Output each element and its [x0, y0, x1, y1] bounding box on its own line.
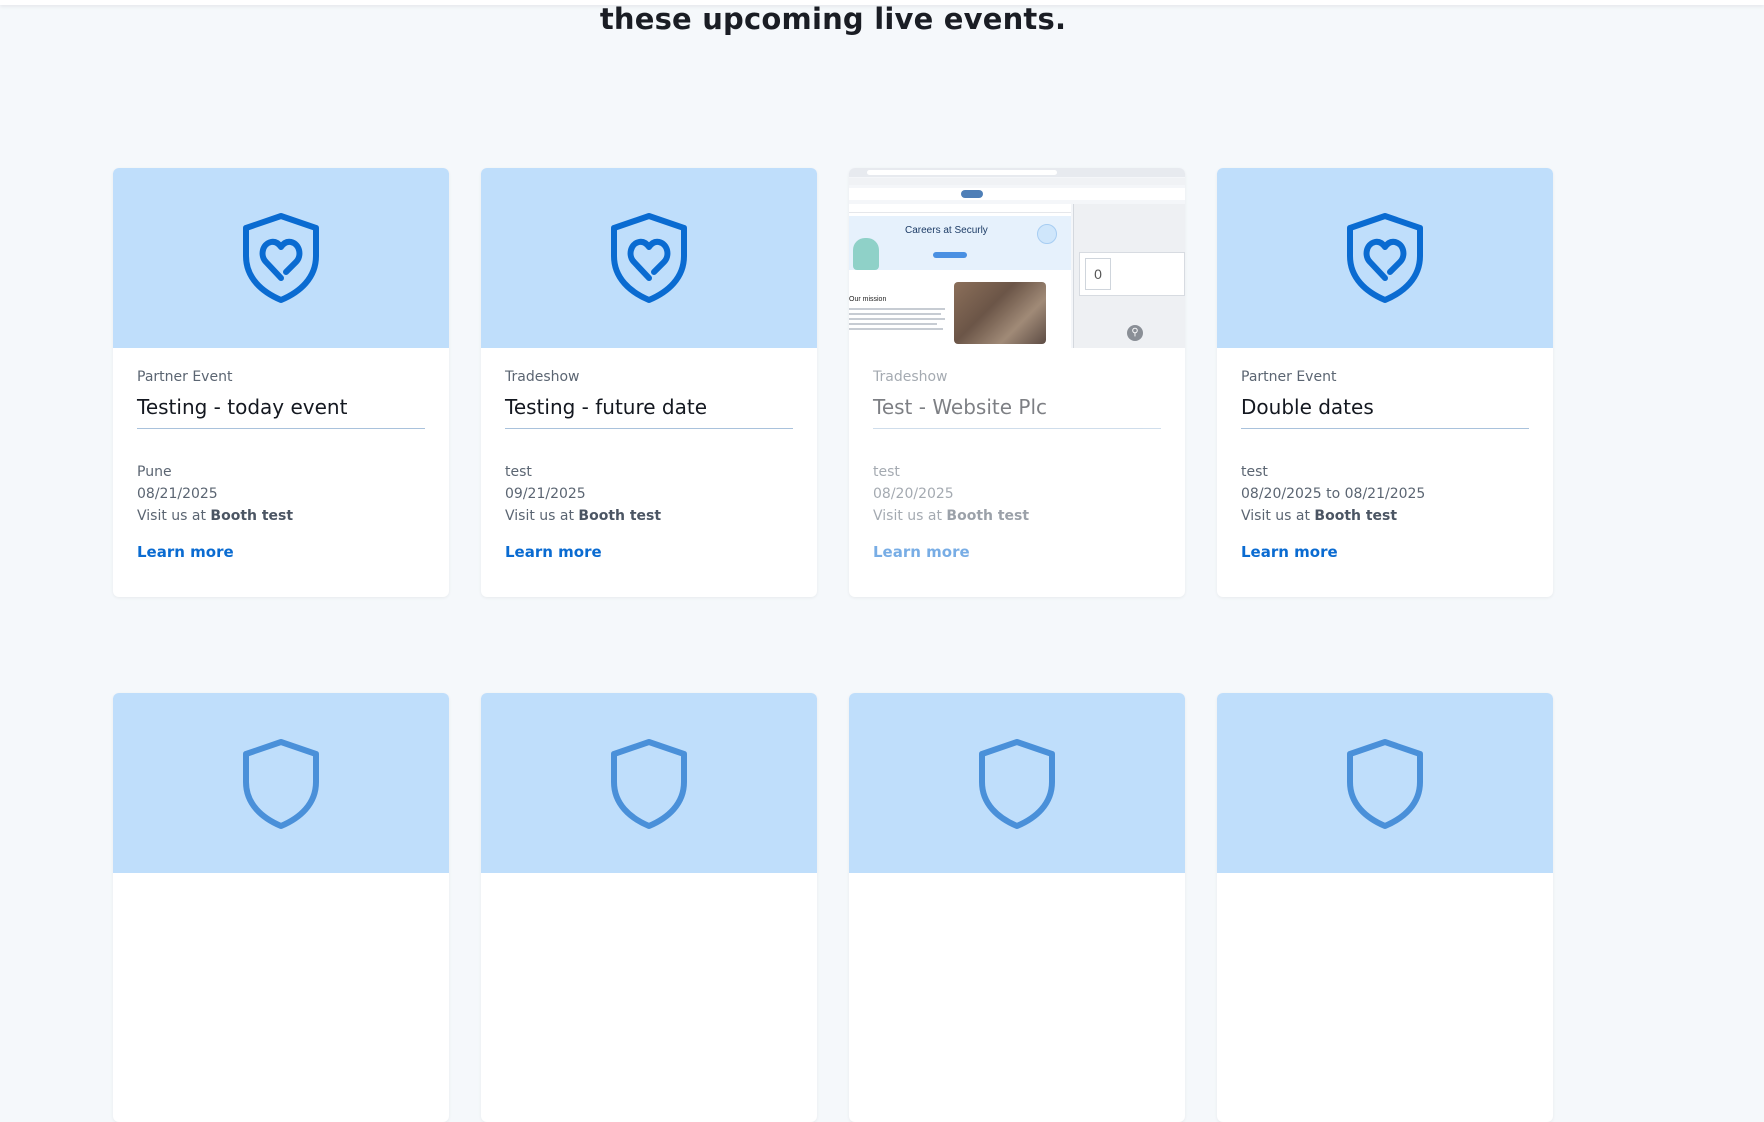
booth-name: Booth test	[210, 508, 294, 524]
image-counter: 0	[1085, 258, 1111, 290]
booth-name: Booth test	[946, 508, 1030, 524]
event-details: Partner Event Double dates test 08/20/20…	[1241, 368, 1529, 561]
shield-heart-icon	[611, 213, 687, 303]
event-date: 08/20/2025	[873, 486, 954, 502]
event-location: test	[873, 464, 900, 480]
booth-prefix: Visit us at	[137, 508, 206, 524]
event-date: 08/20/2025 to 08/21/2025	[1241, 486, 1426, 502]
booth-prefix: Visit us at	[873, 508, 942, 524]
image-subcaption: Our mission	[849, 296, 887, 303]
event-card: Tradeshow Testing - future date test 09/…	[481, 168, 817, 597]
event-card: Partner Event Testing - today event Pune…	[113, 168, 449, 597]
shield-heart-icon	[1347, 739, 1423, 829]
image-caption: Careers at Securly	[905, 225, 988, 236]
event-location: test	[505, 464, 532, 480]
event-card	[849, 693, 1185, 1122]
event-image	[849, 693, 1185, 873]
event-card: Partner Event Double dates test 08/20/20…	[1217, 168, 1553, 597]
learn-more-link[interactable]: Learn more	[1241, 543, 1338, 561]
event-type: Partner Event	[1241, 369, 1337, 385]
event-booth: Visit us at Booth test	[873, 505, 1161, 527]
event-date: 09/21/2025	[505, 486, 586, 502]
event-card: Careers at Securly Our mission 0 ⚲ Trade…	[849, 168, 1185, 597]
event-image	[481, 693, 817, 873]
event-location: Pune	[137, 464, 172, 480]
event-booth: Visit us at Booth test	[137, 505, 425, 527]
event-type: Tradeshow	[873, 369, 948, 385]
event-title: Double dates	[1241, 394, 1529, 429]
event-card	[113, 693, 449, 1122]
event-title: Testing - today event	[137, 394, 425, 429]
learn-more-link[interactable]: Learn more	[137, 543, 234, 561]
booth-name: Booth test	[578, 508, 662, 524]
event-date: 08/21/2025	[137, 486, 218, 502]
event-image	[113, 168, 449, 348]
shield-heart-icon	[979, 739, 1055, 829]
shield-heart-icon	[243, 213, 319, 303]
event-details: Tradeshow Testing - future date test 09/…	[505, 368, 793, 561]
section-heading: these upcoming live events.	[599, 2, 1067, 36]
booth-prefix: Visit us at	[505, 508, 574, 524]
event-image	[481, 168, 817, 348]
event-card	[1217, 693, 1553, 1122]
booth-name: Booth test	[1314, 508, 1398, 524]
event-location: test	[1241, 464, 1268, 480]
event-booth: Visit us at Booth test	[505, 505, 793, 527]
event-title: Testing - future date	[505, 394, 793, 429]
accessibility-icon: ⚲	[1127, 325, 1143, 341]
event-image	[1217, 693, 1553, 873]
event-details: Partner Event Testing - today event Pune…	[137, 368, 425, 561]
learn-more-link[interactable]: Learn more	[873, 543, 970, 561]
learn-more-link[interactable]: Learn more	[505, 543, 602, 561]
event-type: Tradeshow	[505, 369, 580, 385]
shield-heart-icon	[611, 739, 687, 829]
event-type: Partner Event	[137, 369, 233, 385]
event-card	[481, 693, 817, 1122]
booth-prefix: Visit us at	[1241, 508, 1310, 524]
event-image	[1217, 168, 1553, 348]
event-details: Tradeshow Test - Website Plc test 08/20/…	[873, 368, 1161, 561]
event-image	[113, 693, 449, 873]
event-booth: Visit us at Booth test	[1241, 505, 1529, 527]
event-screenshot-image: Careers at Securly Our mission 0 ⚲	[849, 168, 1185, 348]
shield-heart-icon	[1347, 213, 1423, 303]
shield-heart-icon	[243, 739, 319, 829]
event-title: Test - Website Plc	[873, 394, 1161, 429]
